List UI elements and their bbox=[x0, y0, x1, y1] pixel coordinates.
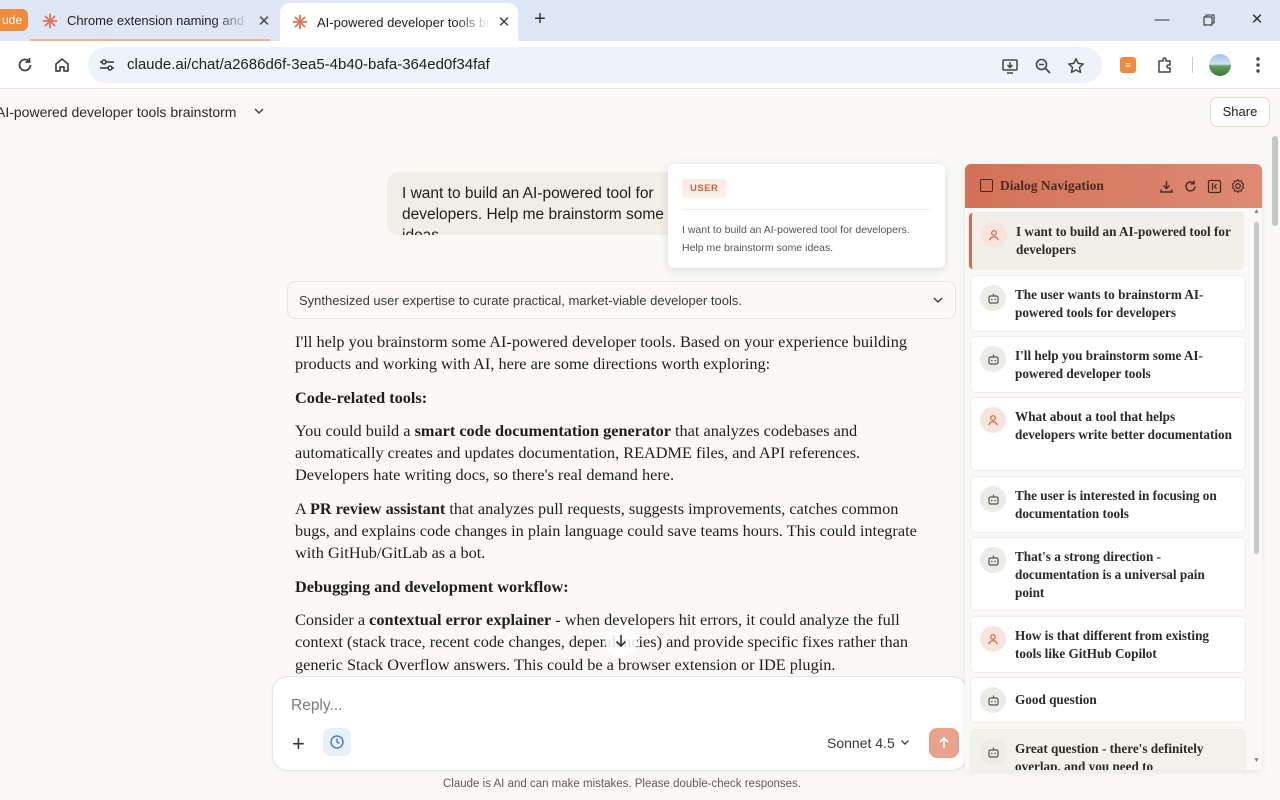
collapse-panel-icon[interactable] bbox=[1205, 177, 1223, 195]
scroll-to-bottom-button[interactable] bbox=[605, 625, 637, 657]
bot-avatar-icon bbox=[980, 285, 1006, 311]
install-app-icon[interactable] bbox=[1000, 56, 1020, 76]
extensions-puzzle-icon[interactable] bbox=[1153, 53, 1177, 77]
user-message: I want to build an AI-powered tool for d… bbox=[387, 172, 687, 235]
dialog-navigation-header: Dialog Navigation bbox=[965, 164, 1262, 208]
nav-item-text: How is that different from existing tool… bbox=[1015, 628, 1210, 661]
scroll-down-arrow-icon[interactable]: ▼ bbox=[1253, 757, 1260, 764]
bot-avatar-icon bbox=[980, 486, 1006, 512]
user-avatar-icon bbox=[980, 626, 1006, 652]
reload-icon[interactable] bbox=[13, 53, 37, 77]
nav-item-text: That's a strong direction - documentatio… bbox=[1015, 549, 1205, 600]
nav-item-assistant[interactable]: That's a strong direction - documentatio… bbox=[971, 538, 1245, 610]
chat-header: AI-powered developer tools brainstorm bbox=[0, 90, 1280, 134]
bot-avatar-icon bbox=[980, 547, 1006, 573]
bot-avatar-icon bbox=[980, 687, 1006, 713]
tab-close-icon[interactable]: ✕ bbox=[250, 12, 278, 30]
nav-item-assistant[interactable]: Great question - there's definitely over… bbox=[971, 730, 1245, 770]
disclaimer-text: Claude is AI and can make mistakes. Plea… bbox=[443, 778, 801, 790]
site-settings-icon[interactable] bbox=[98, 56, 116, 74]
bookmark-star-icon[interactable] bbox=[1066, 56, 1086, 76]
tab-strip: ude Chrome extension naming and ✕ AI-pow… bbox=[0, 0, 1280, 41]
chevron-down-icon[interactable] bbox=[931, 293, 945, 307]
dialog-navigation-panel: Dialog Navigation I want to build an AI-… bbox=[965, 164, 1262, 770]
share-button[interactable]: Share bbox=[1210, 97, 1270, 127]
new-tab-plus-icon[interactable]: + bbox=[528, 8, 552, 32]
response-paragraph: A PR review assistant that analyzes pull… bbox=[295, 498, 917, 563]
chat-title[interactable]: AI-powered developer tools brainstorm bbox=[0, 104, 236, 120]
arrow-up-icon bbox=[939, 736, 949, 748]
response-heading-debugging: Debugging and development workflow: bbox=[295, 576, 569, 596]
reply-input[interactable]: Reply... bbox=[291, 697, 342, 715]
url-text: claude.ai/chat/a2686d6f-3ea5-4b40-bafa-3… bbox=[127, 56, 490, 73]
nav-item-user[interactable]: I want to build an AI-powered tool for d… bbox=[969, 213, 1243, 269]
tab-chrome-extension-naming[interactable]: Chrome extension naming and ✕ bbox=[30, 0, 278, 41]
profile-avatar[interactable] bbox=[1208, 53, 1232, 77]
nav-item-text: Great question - there's definitely over… bbox=[1015, 741, 1204, 770]
nav-item-assistant[interactable]: The user wants to brainstorm AI-powered … bbox=[971, 276, 1245, 331]
refresh-icon[interactable] bbox=[1181, 177, 1199, 195]
settings-gear-icon[interactable] bbox=[1229, 177, 1247, 195]
extension-icon[interactable]: ≡ bbox=[1116, 53, 1140, 77]
add-attachment-plus-icon[interactable]: + bbox=[292, 733, 305, 755]
nav-item-assistant[interactable]: Good question bbox=[971, 678, 1245, 722]
select-all-checkbox[interactable] bbox=[980, 179, 993, 192]
chevron-down-icon[interactable] bbox=[899, 736, 911, 748]
chevron-down-icon[interactable] bbox=[252, 104, 266, 118]
model-selector[interactable]: Sonnet 4.5 bbox=[827, 735, 895, 751]
address-bar[interactable]: claude.ai/chat/a2686d6f-3ea5-4b40-bafa-3… bbox=[88, 47, 1102, 83]
thinking-summary-text: Synthesized user expertise to curate pra… bbox=[299, 293, 742, 308]
close-window-icon[interactable]: ✕ bbox=[1234, 8, 1280, 32]
zoom-icon[interactable] bbox=[1033, 56, 1053, 76]
tab-partial-label: ude bbox=[2, 13, 23, 27]
tab-partial[interactable]: ude bbox=[0, 9, 29, 31]
response-paragraph: You could build a smart code documentati… bbox=[295, 420, 861, 485]
nav-item-user[interactable]: What about a tool that helps developers … bbox=[971, 398, 1245, 470]
tab-title: AI-powered developer tools bra bbox=[317, 14, 490, 30]
nav-item-text: The user wants to brainstorm AI-powered … bbox=[1015, 287, 1204, 320]
user-avatar-icon bbox=[981, 222, 1007, 248]
message-composer[interactable]: Reply... + Sonnet 4.5 bbox=[272, 676, 968, 771]
response-intro: I'll help you brainstorm some AI-powered… bbox=[295, 332, 907, 374]
claude-favicon-icon bbox=[42, 13, 58, 28]
tab-title: Chrome extension naming and bbox=[67, 13, 245, 28]
browser-toolbar: claude.ai/chat/a2686d6f-3ea5-4b40-bafa-3… bbox=[0, 41, 1280, 89]
download-icon[interactable] bbox=[1157, 177, 1175, 195]
thinking-summary[interactable]: Synthesized user expertise to curate pra… bbox=[287, 281, 956, 319]
nav-item-assistant[interactable]: The user is interested in focusing on do… bbox=[971, 477, 1245, 532]
page-scrollbar[interactable] bbox=[1272, 136, 1278, 226]
nav-item-user[interactable]: How is that different from existing tool… bbox=[971, 617, 1245, 672]
nav-item-text: Good question bbox=[1015, 692, 1097, 707]
nav-item-assistant[interactable]: I'll help you brainstorm some AI-powered… bbox=[971, 337, 1245, 392]
dialog-navigation-list: I want to build an AI-powered tool for d… bbox=[965, 208, 1262, 770]
bot-avatar-icon bbox=[980, 739, 1006, 765]
response-heading-code: Code-related tools: bbox=[295, 387, 428, 407]
history-clock-icon[interactable] bbox=[323, 728, 351, 756]
claude-favicon-icon bbox=[292, 14, 308, 30]
message-preview-tooltip: USER I want to build an AI-powered tool … bbox=[668, 164, 945, 268]
kebab-menu-icon[interactable] bbox=[1246, 53, 1270, 77]
nav-item-text: The user is interested in focusing on do… bbox=[1015, 488, 1217, 521]
send-button[interactable] bbox=[929, 728, 959, 758]
tab-close-icon[interactable]: ✕ bbox=[490, 13, 518, 31]
home-icon[interactable] bbox=[50, 53, 74, 77]
tab-ai-powered-developer-tools[interactable]: AI-powered developer tools bra ✕ bbox=[280, 3, 518, 41]
nav-item-text: I'll help you brainstorm some AI-powered… bbox=[1015, 348, 1203, 381]
toolbar-divider bbox=[1192, 57, 1193, 73]
role-badge: USER bbox=[682, 179, 727, 198]
nav-item-text: I want to build an AI-powered tool for d… bbox=[1016, 224, 1231, 257]
user-avatar-icon bbox=[980, 407, 1006, 433]
nav-item-text: What about a tool that helps developers … bbox=[1015, 409, 1232, 442]
restore-icon[interactable] bbox=[1186, 8, 1232, 32]
arrow-down-icon bbox=[615, 635, 627, 648]
dialog-navigation-scrollbar[interactable] bbox=[1254, 222, 1259, 554]
tooltip-text: I want to build an AI-powered tool for d… bbox=[682, 209, 931, 257]
bot-avatar-icon bbox=[980, 346, 1006, 372]
scroll-up-arrow-icon[interactable]: ▲ bbox=[1253, 208, 1260, 215]
minimize-icon[interactable]: — bbox=[1139, 8, 1185, 32]
dialog-navigation-title: Dialog Navigation bbox=[1000, 178, 1104, 193]
